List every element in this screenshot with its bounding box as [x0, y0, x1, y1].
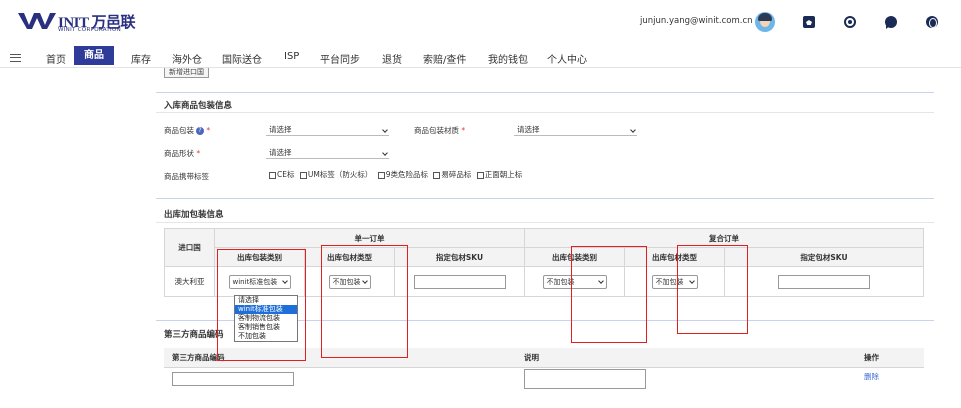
packaging-material-select[interactable]: 请选择 [514, 124, 637, 136]
this-side-up-checkbox[interactable] [476, 171, 484, 179]
highlight-box [677, 245, 748, 334]
section-divider [156, 222, 934, 223]
delete-link[interactable]: 删除 [864, 372, 879, 381]
nav-item-inventory[interactable]: 库存 [131, 51, 151, 66]
packaging-label: 商品包装? * [164, 126, 211, 135]
col-single-sku: 指定包材SKU [394, 247, 525, 267]
main-content: 新增进口国 入库商品包装信息 商品包装? * 请选择 商品包装材质 * 请选择 … [150, 68, 938, 408]
outbound-section-title: 出库加包装信息 [164, 210, 224, 220]
chevron-down-icon [382, 150, 388, 156]
ce-tag-checkbox[interactable] [269, 171, 276, 179]
chat-icon[interactable] [885, 16, 897, 28]
add-import-country-button[interactable]: 新增进口国 [164, 68, 209, 78]
tags-label: 商品携带标签 [164, 172, 209, 181]
folder-star-icon[interactable] [803, 16, 815, 28]
user-email[interactable]: junjun.yang@winit.com.cn [640, 16, 753, 26]
dangerous-goods-checkbox[interactable] [377, 171, 385, 179]
col-action: 操作 [856, 348, 924, 368]
section-divider [156, 198, 934, 199]
nav-item-products[interactable]: 商品 [74, 46, 114, 65]
packaging-select[interactable]: 请选择 [266, 124, 389, 136]
col-compound-sku: 指定包材SKU [724, 247, 924, 267]
nav-item-personal-center[interactable]: 个人中心 [547, 51, 587, 66]
highlight-box [571, 246, 647, 343]
shape-label: 商品形状 * [164, 149, 201, 158]
inbound-section-title: 入库商品包装信息 [164, 101, 233, 111]
single-sku-input[interactable] [413, 274, 506, 289]
hamburger-menu-icon[interactable] [10, 54, 21, 62]
globe-icon[interactable] [926, 16, 938, 28]
main-nav: 首页 商品 库存 海外仓 国际送仓 ISP 平台同步 退货 索赔/查件 我的钱包… [0, 43, 961, 68]
nav-item-platform-sync[interactable]: 平台同步 [320, 51, 360, 66]
section-divider [156, 112, 934, 113]
nav-item-claims[interactable]: 索赔/查件 [423, 51, 466, 66]
highlight-box [217, 249, 306, 361]
table-row: 删除 [164, 367, 924, 391]
nav-item-isp[interactable]: ISP [284, 51, 299, 62]
top-bar: INIT 万邑联 WINIT CORPORATION junjun.yang@w… [0, 0, 961, 42]
nav-item-home[interactable]: 首页 [46, 51, 66, 66]
nav-item-returns[interactable]: 退货 [382, 51, 402, 66]
col-description: 说明 [516, 348, 856, 368]
packaging-material-label: 商品包装材质 * [414, 126, 466, 135]
compound-sku-input[interactable] [778, 274, 870, 289]
winit-logo-mark [18, 13, 56, 29]
chevron-down-icon [630, 127, 636, 133]
section-divider [156, 92, 934, 93]
col-country: 进口国 [164, 228, 215, 267]
support-agent-icon[interactable] [844, 16, 856, 28]
shape-select[interactable]: 请选择 [266, 147, 389, 159]
country-cell: 澳大利亚 [164, 266, 215, 297]
brand-subtitle: WINIT CORPORATION [58, 27, 122, 33]
description-input[interactable] [524, 369, 646, 390]
tags-checkbox-group: CE标 UM标签（防火标） 9类危险品标 易碎品标 正面朝上标 [266, 169, 522, 180]
nav-item-intl-delivery[interactable]: 国际送仓 [222, 51, 262, 66]
nav-item-wallet[interactable]: 我的钱包 [488, 51, 528, 66]
third-party-section-title: 第三方商品编码 [164, 330, 224, 340]
nav-item-overseas-warehouse[interactable]: 海外仓 [172, 51, 202, 66]
user-avatar[interactable] [755, 12, 775, 32]
fragile-checkbox[interactable] [433, 171, 441, 179]
chevron-down-icon [382, 127, 388, 133]
highlight-box [321, 245, 408, 358]
winit-logo[interactable]: INIT 万邑联 WINIT CORPORATION [18, 10, 138, 36]
um-tag-checkbox[interactable] [299, 171, 307, 179]
third-party-code-input[interactable] [172, 372, 294, 387]
help-icon[interactable]: ? [196, 127, 204, 135]
